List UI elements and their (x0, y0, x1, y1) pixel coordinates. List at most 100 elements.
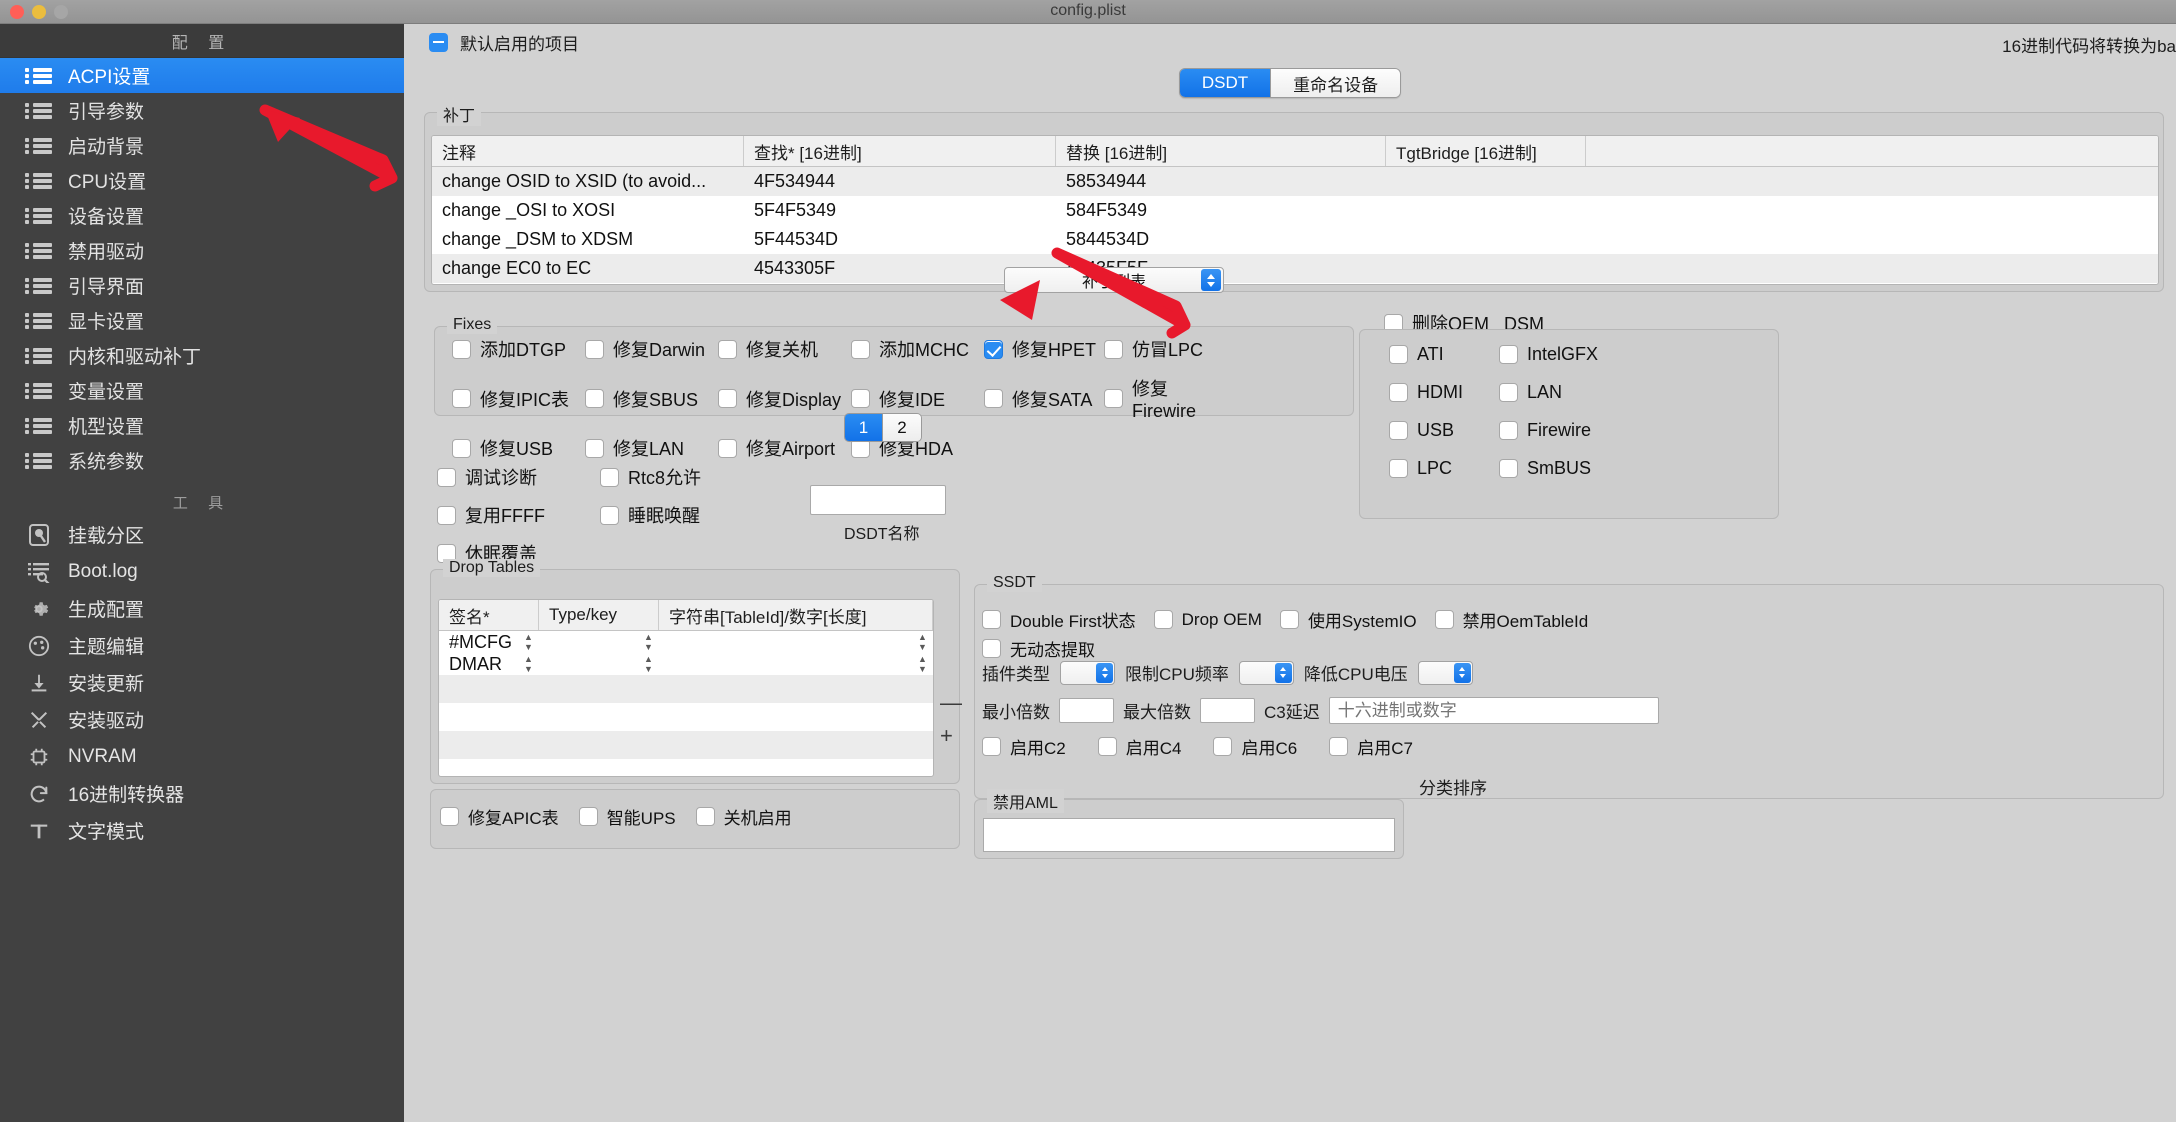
sidebar-item-disable-drivers[interactable]: 禁用驱动 (0, 233, 404, 268)
add-row-button[interactable]: + (940, 725, 953, 747)
oem-ati[interactable]: ATI (1389, 344, 1499, 365)
fix-usb[interactable]: 修复USB (452, 435, 585, 461)
option-reuse-ffff[interactable]: 复用FFFF (437, 502, 545, 528)
checkbox[interactable] (585, 389, 604, 408)
table-row[interactable]: change OSID to XSID (to avoid... 4F53494… (432, 167, 2158, 196)
ssdt-use-systemio[interactable]: 使用SystemIO (1279, 607, 1417, 632)
sidebar-tool-hex-converter[interactable]: 16进制转换器 (0, 775, 404, 812)
checkbox[interactable] (1329, 737, 1349, 756)
checkbox[interactable] (718, 339, 737, 359)
fix-add-dtgp[interactable]: 添加DTGP (452, 336, 585, 362)
sidebar-item-kernel-patch[interactable]: 内核和驱动补丁 (0, 338, 404, 373)
fix-fake-lpc[interactable]: 仿冒LPC (1104, 336, 1224, 362)
max-multiplier-input[interactable] (1200, 698, 1255, 723)
shutdown-enable[interactable]: 关机启用 (695, 804, 792, 829)
sidebar-item-gui[interactable]: 引导界面 (0, 268, 404, 303)
checkbox[interactable] (1499, 459, 1518, 478)
checkbox[interactable] (600, 467, 619, 487)
tab-dsdt[interactable]: DSDT (1179, 69, 1272, 97)
fix-ipic[interactable]: 修复IPIC表 (452, 375, 585, 422)
sidebar-tool-theme-editor[interactable]: 主题编辑 (0, 627, 404, 664)
checkbox[interactable] (1279, 610, 1299, 629)
drop-tables-table[interactable]: 签名* Type/key 字符串[TableId]/数字[长度] #MCFG ▲… (438, 599, 934, 777)
column-tableid[interactable]: 字符串[TableId]/数字[长度] (659, 600, 933, 630)
checkbox[interactable] (1389, 383, 1408, 402)
fix-darwin[interactable]: 修复Darwin (585, 336, 718, 362)
checkbox[interactable] (437, 467, 456, 487)
stepper-icon[interactable]: ▲ ▼ (916, 653, 929, 675)
column-comment[interactable]: 注释 (432, 136, 744, 166)
fix-airport[interactable]: 修复Airport (718, 435, 851, 461)
column-tgtbridge[interactable]: TgtBridge [16进制] (1386, 136, 1586, 166)
checkbox[interactable] (1389, 345, 1408, 364)
oem-intelgfx[interactable]: IntelGFX (1499, 344, 1639, 365)
ssdt-disable-oemtableid[interactable]: 禁用OemTableId (1434, 607, 1588, 632)
checkbox[interactable] (600, 505, 619, 525)
fix-sata[interactable]: 修复SATA (984, 375, 1104, 422)
fix-lan[interactable]: 修复LAN (585, 435, 718, 461)
sidebar-tool-generate-config[interactable]: 生成配置 (0, 590, 404, 627)
checkbox[interactable] (1499, 345, 1518, 364)
plugin-type-dropdown[interactable] (1060, 660, 1115, 685)
table-row[interactable]: DMAR ▲ ▼ ▲ ▼ ▲ ▼ (439, 653, 933, 675)
fixes-page-2[interactable]: 2 (883, 414, 921, 441)
checkbox[interactable] (984, 339, 1003, 359)
fixes-page-1[interactable]: 1 (845, 414, 883, 441)
checkbox[interactable] (982, 737, 1001, 756)
checkbox[interactable] (585, 438, 604, 458)
ssdt-no-dynamic-extract[interactable]: 无动态提取 (982, 636, 1095, 661)
oem-firewire[interactable]: Firewire (1499, 420, 1639, 441)
stepper-icon[interactable]: ▲ ▼ (522, 653, 535, 675)
sidebar-item-cpu[interactable]: CPU设置 (0, 163, 404, 198)
tab-rename-device[interactable]: 重命名设备 (1271, 69, 1401, 97)
checkbox[interactable] (984, 389, 1003, 408)
ssdt-double-first[interactable]: Double First状态 (982, 607, 1136, 632)
collapse-toggle[interactable] (429, 32, 448, 52)
checkbox[interactable] (452, 339, 471, 359)
fix-sbus[interactable]: 修复SBUS (585, 375, 718, 422)
enable-c4[interactable]: 启用C4 (1097, 734, 1181, 759)
fix-display[interactable]: 修复Display (718, 375, 851, 422)
sidebar-item-smbios[interactable]: 机型设置 (0, 408, 404, 443)
dsdt-name-input[interactable] (810, 485, 946, 515)
table-row[interactable]: change EC0 to EC 4543305F 45435F5F (432, 254, 2158, 283)
checkbox[interactable] (1104, 339, 1123, 359)
column-replace[interactable]: 替换 [16进制] (1056, 136, 1386, 166)
sidebar-item-acpi[interactable]: ACPI设置 (0, 58, 404, 93)
stepper-icon[interactable]: ▲ ▼ (642, 653, 655, 675)
sidebar-tool-mount-partition[interactable]: 挂载分区 (0, 516, 404, 553)
checkbox[interactable] (718, 438, 737, 458)
checkbox[interactable] (1389, 421, 1408, 440)
oem-hdmi[interactable]: HDMI (1389, 382, 1499, 403)
stepper-icon[interactable]: ▲ ▼ (642, 631, 655, 653)
sidebar-tool-boot-log[interactable]: Boot.log (0, 553, 404, 590)
sidebar-tool-install-drivers[interactable]: 安装驱动 (0, 701, 404, 738)
oem-lan[interactable]: LAN (1499, 382, 1639, 403)
smart-ups[interactable]: 智能UPS (578, 804, 676, 829)
c3-latency-input[interactable] (1328, 697, 1659, 724)
checkbox[interactable] (718, 389, 737, 408)
checkbox[interactable] (1499, 421, 1518, 440)
checkbox[interactable] (452, 389, 471, 408)
checkbox[interactable] (851, 389, 870, 408)
checkbox[interactable] (585, 339, 604, 359)
stepper-icon[interactable]: ▲ ▼ (522, 631, 535, 653)
table-row[interactable]: change _DSM to XDSM 5F44534D 5844534D (432, 225, 2158, 254)
enable-c7[interactable]: 启用C7 (1329, 734, 1413, 759)
sidebar-tool-text-mode[interactable]: 文字模式 (0, 812, 404, 849)
fix-apic-table[interactable]: 修复APIC表 (440, 804, 559, 829)
table-row[interactable]: #MCFG ▲ ▼ ▲ ▼ ▲ ▼ (439, 631, 933, 653)
checkbox[interactable] (1153, 610, 1173, 629)
remove-row-button[interactable]: — (940, 692, 962, 714)
checkbox[interactable] (1499, 383, 1518, 402)
checkbox[interactable] (982, 610, 1001, 629)
patches-table[interactable]: 注释 查找* [16进制] 替换 [16进制] TgtBridge [16进制]… (431, 135, 2159, 285)
oem-smbus[interactable]: SmBUS (1499, 458, 1639, 479)
checkbox[interactable] (982, 639, 1001, 658)
cpu-voltage-dropdown[interactable] (1417, 660, 1473, 685)
checkbox[interactable] (452, 438, 471, 458)
checkbox[interactable] (695, 807, 715, 826)
column-signature[interactable]: 签名* (439, 600, 539, 630)
checkbox[interactable] (1434, 610, 1454, 629)
stepper-icon[interactable]: ▲ ▼ (916, 631, 929, 653)
